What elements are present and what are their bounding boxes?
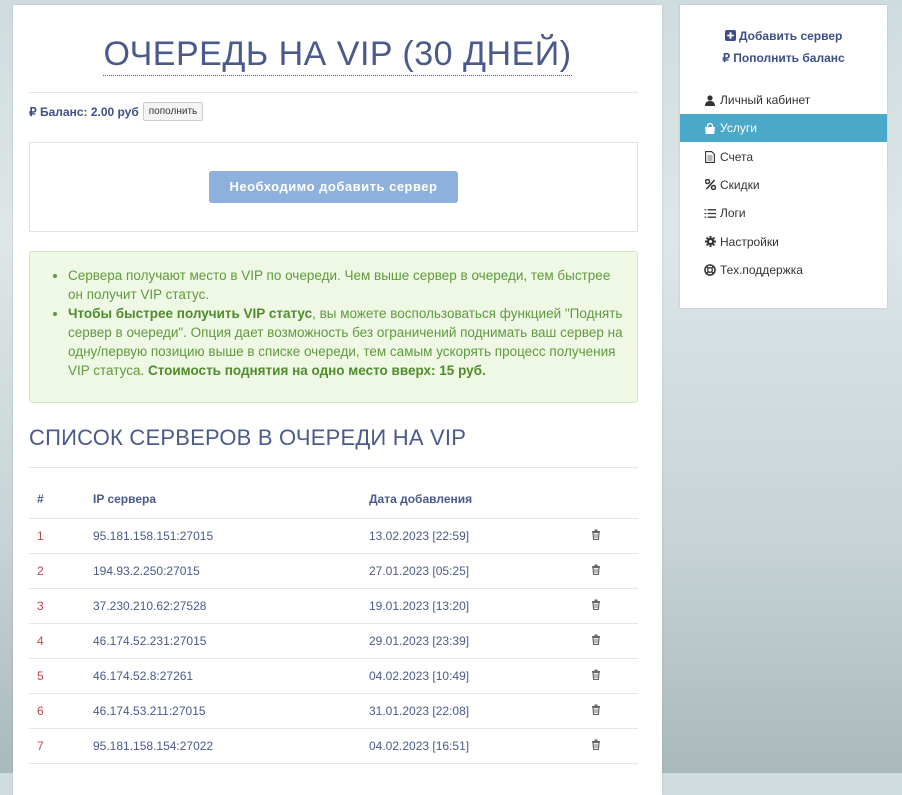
plus-square-icon — [724, 30, 736, 41]
trash-icon[interactable] — [591, 634, 601, 648]
info-alert: Сервера получают место в VIP по очереди.… — [29, 251, 638, 403]
row-num: 2 — [29, 553, 85, 589]
row-num: 1 — [29, 518, 85, 554]
document-icon — [704, 150, 716, 163]
row-ip: 37.230.210.62:27528 — [85, 588, 361, 624]
page-title-wrap: ОЧЕРЕДЬ НА VIP (30 ДНЕЙ) — [13, 35, 662, 76]
lifebuoy-icon — [704, 263, 716, 276]
percent-icon — [704, 179, 716, 191]
row-actions — [583, 588, 638, 624]
info-text: Сервера получают место в VIP по очереди.… — [68, 268, 611, 302]
header-date: Дата добавления — [361, 480, 583, 519]
balance-row: ₽ Баланс: 2.00 руб пополнить — [29, 102, 204, 121]
row-actions — [583, 553, 638, 589]
header-num: # — [29, 480, 85, 519]
sidebar-item[interactable]: Скидки — [680, 171, 887, 199]
row-actions — [583, 728, 638, 764]
user-icon — [704, 94, 716, 106]
table-row: 7 95.181.158.154:27022 04.02.2023 [16:51] — [29, 728, 638, 764]
trash-icon[interactable] — [591, 599, 601, 613]
row-ip: 95.181.158.151:27015 — [85, 518, 361, 554]
gear-icon — [704, 236, 716, 247]
main-panel: ОЧЕРЕДЬ НА VIP (30 ДНЕЙ) ₽ Баланс: 2.00 … — [13, 5, 662, 795]
table-row: 1 95.181.158.151:27015 13.02.2023 [22:59] — [29, 518, 638, 554]
sidebar-item[interactable]: Счета — [680, 143, 887, 171]
sidebar-item-label: Личный кабинет — [720, 93, 811, 107]
add-server-link[interactable]: Добавить сервер — [680, 29, 887, 43]
trash-icon[interactable] — [591, 669, 601, 683]
add-server-label: Добавить сервер — [738, 29, 843, 43]
sidebar: Добавить сервер ₽ Пополнить баланс Личны… — [680, 5, 887, 308]
row-ip: 46.174.52.231:27015 — [85, 623, 361, 659]
row-date: 27.01.2023 [05:25] — [361, 553, 583, 589]
topup-button[interactable]: пополнить — [142, 102, 204, 121]
row-date: 31.01.2023 [22:08] — [361, 693, 583, 729]
table-row: 3 37.230.210.62:27528 19.01.2023 [13:20] — [29, 588, 638, 624]
row-actions — [583, 658, 638, 694]
trash-icon[interactable] — [591, 739, 601, 753]
info-item: Чтобы быстрее получить VIP статус, вы мо… — [68, 304, 623, 380]
header-actions — [583, 480, 638, 519]
trash-icon[interactable] — [591, 704, 601, 718]
row-actions — [583, 623, 638, 659]
divider — [29, 467, 638, 468]
row-num: 7 — [29, 728, 85, 764]
list-icon — [704, 208, 716, 219]
trash-icon[interactable] — [591, 529, 601, 543]
table-row: 5 46.174.52.8:27261 04.02.2023 [10:49] — [29, 658, 638, 694]
table-row: 2 194.93.2.250:27015 27.01.2023 [05:25] — [29, 553, 638, 589]
table-row: 6 46.174.53.211:27015 31.01.2023 [22:08] — [29, 693, 638, 729]
info-price: Стоимость поднятия на одно место вверх: … — [147, 363, 486, 378]
row-num: 6 — [29, 693, 85, 729]
shopping-bag-icon — [704, 122, 716, 134]
row-ip: 95.181.158.154:27022 — [85, 728, 361, 764]
sidebar-item[interactable]: Тех.поддержка — [680, 256, 887, 284]
ruble-icon: ₽ — [722, 51, 730, 65]
row-ip: 194.93.2.250:27015 — [85, 553, 361, 589]
sidebar-item-label: Настройки — [720, 234, 779, 249]
add-server-box: Необходимо добавить сервер — [29, 142, 638, 232]
table-header-row: # IP сервера Дата добавления — [29, 480, 638, 519]
trash-icon[interactable] — [591, 564, 601, 578]
row-date: 29.01.2023 [23:39] — [361, 623, 583, 659]
header-ip: IP сервера — [85, 480, 361, 519]
add-server-button[interactable]: Необходимо добавить сервер — [209, 171, 458, 203]
sidebar-item-label: Скидки — [720, 177, 760, 192]
topup-balance-link[interactable]: ₽ Пополнить баланс — [680, 51, 887, 65]
sidebar-item-label: Услуги — [720, 121, 757, 136]
row-date: 19.01.2023 [13:20] — [361, 588, 583, 624]
balance-label: ₽ Баланс: 2.00 руб — [29, 104, 139, 119]
servers-table: # IP сервера Дата добавления 1 95.181.158… — [29, 480, 638, 764]
row-date: 04.02.2023 [10:49] — [361, 658, 583, 694]
row-ip: 46.174.52.8:27261 — [85, 658, 361, 694]
divider — [29, 92, 638, 93]
section-title: СПИСОК СЕРВЕРОВ В ОЧЕРЕДИ НА VIP — [29, 425, 467, 450]
sidebar-item[interactable]: Услуги — [680, 114, 887, 143]
topup-balance-label: Пополнить баланс — [733, 51, 845, 65]
row-num: 4 — [29, 623, 85, 659]
row-num: 5 — [29, 658, 85, 694]
sidebar-item-label: Логи — [720, 206, 746, 221]
info-item: Сервера получают место в VIP по очереди.… — [68, 266, 623, 304]
sidebar-item[interactable]: Настройки — [680, 228, 887, 256]
sidebar-item-label: Тех.поддержка — [720, 262, 803, 277]
info-bold: Чтобы быстрее получить VIP статус — [68, 306, 313, 321]
row-actions — [583, 693, 638, 729]
table-row: 4 46.174.52.231:27015 29.01.2023 [23:39] — [29, 623, 638, 659]
row-ip: 46.174.53.211:27015 — [85, 693, 361, 729]
sidebar-item[interactable]: Логи — [680, 199, 887, 227]
row-date: 13.02.2023 [22:59] — [361, 518, 583, 554]
sidebar-item-label: Счета — [720, 149, 754, 164]
page-title: ОЧЕРЕДЬ НА VIP (30 ДНЕЙ) — [103, 35, 572, 76]
row-date: 04.02.2023 [16:51] — [361, 728, 583, 764]
sidebar-item[interactable]: Личный кабинет — [680, 86, 887, 114]
row-actions — [583, 518, 638, 554]
row-num: 3 — [29, 588, 85, 624]
